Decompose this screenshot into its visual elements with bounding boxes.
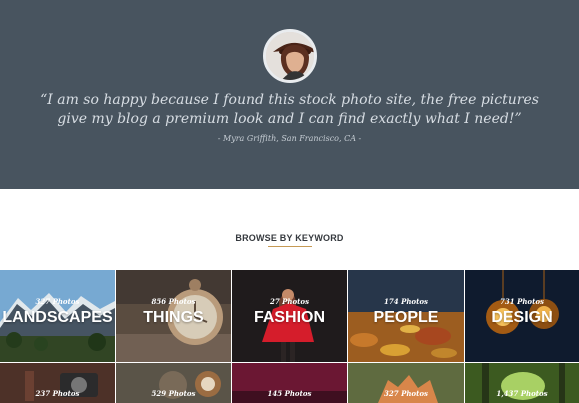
keyword-name: THINGS	[143, 309, 204, 326]
keyword-name: LANDSCAPES	[2, 309, 113, 326]
keyword-tile[interactable]: 1,437 Photos	[465, 363, 579, 403]
keyword-tile[interactable]: 145 Photos	[232, 363, 347, 403]
keyword-tile-fashion[interactable]: 27 Photos FASHION	[232, 270, 347, 362]
keyword-count: 731 Photos	[500, 297, 544, 306]
browse-heading-underline	[268, 246, 312, 247]
keyword-name: PEOPLE	[373, 309, 439, 326]
testimonial-author: - Myra Griffith, San Francisco, CA -	[217, 134, 362, 143]
keyword-count: 1,437 Photos	[496, 389, 548, 398]
keyword-count: 856 Photos	[151, 297, 196, 306]
keyword-tile[interactable]: 529 Photos	[116, 363, 231, 403]
keyword-tile-people[interactable]: 174 Photos PEOPLE	[348, 270, 464, 362]
keyword-count: 327 Photos	[35, 297, 80, 306]
keyword-tile-landscapes[interactable]: 327 Photos LANDSCAPES	[0, 270, 115, 362]
keyword-name: FASHION	[253, 309, 326, 326]
keyword-count: 327 Photos	[384, 389, 428, 398]
keyword-count: 27 Photos	[269, 297, 310, 306]
keyword-count: 145 Photos	[267, 389, 312, 398]
browse-heading: BROWSE BY KEYWORD	[235, 233, 344, 243]
keyword-tile[interactable]: 237 Photos	[0, 363, 115, 403]
keyword-tile[interactable]: 327 Photos	[348, 363, 464, 403]
keyword-tile-things[interactable]: 856 Photos THINGS	[116, 270, 231, 362]
keyword-tile-design[interactable]: 731 Photos DESIGN	[465, 270, 579, 362]
keyword-count: 529 Photos	[151, 389, 196, 398]
testimonial-quote: “I am so happy because I found this stoc…	[40, 92, 539, 127]
testimonial-section: “I am so happy because I found this stoc…	[0, 0, 579, 189]
keyword-name: DESIGN	[491, 309, 553, 326]
keyword-count: 174 Photos	[384, 297, 428, 306]
testimonial-avatar	[263, 29, 317, 83]
keyword-count: 237 Photos	[35, 389, 80, 398]
person-avatar-icon	[266, 32, 314, 80]
